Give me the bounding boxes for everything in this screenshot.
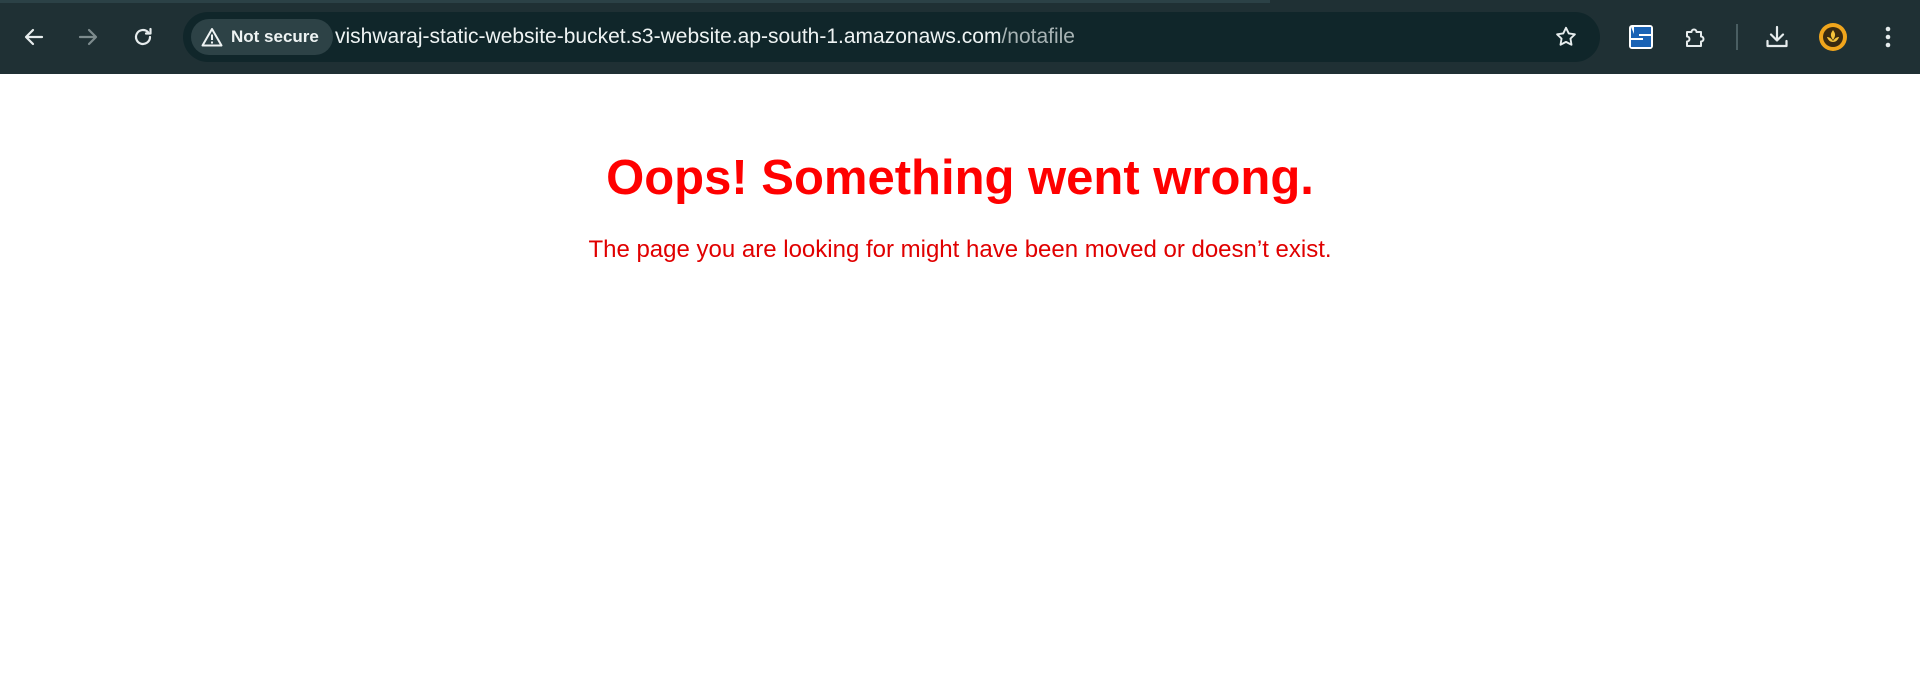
warning-triangle-icon [201,28,223,47]
forward-button[interactable] [70,17,106,57]
arrow-right-icon [78,28,98,46]
error-message: The page you are looking for might have … [588,236,1332,263]
url-text[interactable]: vishwaraj-static-website-bucket.s3-websi… [335,12,1075,62]
s-extension-icon [1629,25,1653,49]
security-indicator-chip[interactable]: Not secure [191,19,333,55]
bookmark-button[interactable] [1548,19,1584,55]
toolbar-divider [1736,24,1738,50]
s-extension-button[interactable] [1621,17,1661,57]
url-host: vishwaraj-static-website-bucket.s3-websi… [335,25,1002,48]
tab-strip-edge [0,0,1270,3]
arrow-left-icon [24,28,44,46]
page-content: Oops! Something went wrong. The page you… [0,74,1920,673]
extensions-button[interactable] [1676,17,1716,57]
browser-menu-button[interactable] [1868,17,1908,57]
profile-avatar-icon [1819,23,1847,51]
puzzle-extensions-icon [1686,28,1705,47]
star-icon [1556,26,1576,46]
back-button[interactable] [16,17,52,57]
downloads-button[interactable] [1757,17,1797,57]
address-bar[interactable]: Not secure vishwaraj-static-website-buck… [183,12,1600,62]
reload-icon [134,27,152,46]
error-heading: Oops! Something went wrong. [606,151,1314,205]
kebab-menu-icon [1885,26,1891,48]
reload-button[interactable] [125,17,161,57]
security-label: Not secure [231,27,319,46]
url-path: /notafile [1001,25,1075,48]
profile-button[interactable] [1813,17,1853,57]
browser-toolbar: Not secure vishwaraj-static-website-buck… [0,0,1920,74]
download-icon [1766,25,1788,48]
